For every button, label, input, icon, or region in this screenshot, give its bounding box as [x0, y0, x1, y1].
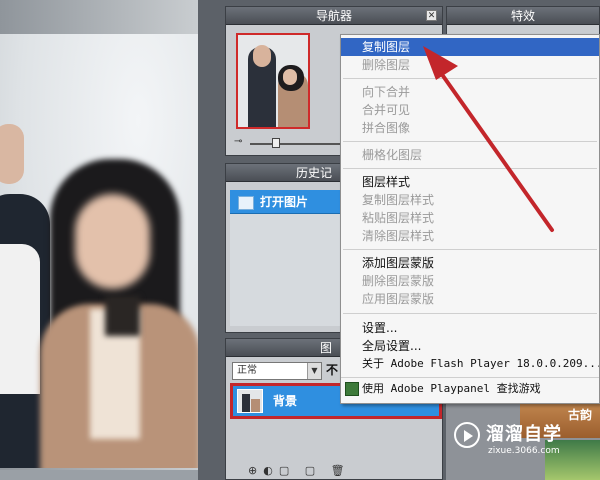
menu-item-merge-visible[interactable]: 合并可见	[341, 101, 599, 119]
menu-item-apply-layer-mask[interactable]: 应用图层蒙版	[341, 290, 599, 308]
playpanel-icon	[345, 382, 359, 396]
menu-item-paste-layer-style[interactable]: 粘贴图层样式	[341, 209, 599, 227]
menu-item-playpanel-label: 使用 Adobe Playpanel 查找游戏	[362, 382, 541, 395]
menu-item-settings[interactable]: 设置...	[341, 319, 599, 337]
menu-item-layer-style[interactable]: 图层样式	[341, 173, 599, 191]
menu-item-rasterize-layer[interactable]: 栅格化图层	[341, 146, 599, 164]
image-canvas[interactable]	[0, 0, 198, 470]
document-icon	[238, 195, 254, 210]
menu-separator	[343, 313, 597, 314]
layer-tools[interactable]: ⊕◐▢ ▢ 🗑	[248, 464, 351, 477]
close-icon[interactable]: ✕	[426, 10, 437, 21]
context-menu: 复制图层 删除图层 向下合并 合并可见 拼合图像 栅格化图层 图层样式 复制图层…	[340, 34, 600, 404]
menu-item-playpanel[interactable]: 使用 Adobe Playpanel 查找游戏	[341, 377, 599, 399]
menu-item-about-flash[interactable]: 关于 Adobe Flash Player 18.0.0.209...	[341, 355, 599, 373]
zoom-slider-knob[interactable]	[272, 138, 280, 148]
chevron-down-icon[interactable]: ▼	[307, 363, 321, 379]
menu-item-global-settings[interactable]: 全局设置...	[341, 337, 599, 355]
menu-item-duplicate-layer[interactable]: 复制图层	[341, 38, 599, 56]
menu-item-copy-layer-style[interactable]: 复制图层样式	[341, 191, 599, 209]
effects-title: 特效	[447, 7, 599, 25]
menu-separator	[343, 168, 597, 169]
menu-item-add-layer-mask[interactable]: 添加图层蒙版	[341, 254, 599, 272]
photo	[0, 34, 198, 468]
menu-item-delete-layer[interactable]: 删除图层	[341, 56, 599, 74]
play-logo-icon	[454, 422, 480, 448]
watermark-title: 溜溜自学	[486, 424, 562, 445]
blend-mode-select[interactable]: 正常 ▼	[232, 362, 322, 380]
watermark: 溜溜自学 zixue.3066.com	[452, 414, 570, 466]
thumbnail-label: 古韵	[567, 408, 592, 422]
menu-item-clear-layer-style[interactable]: 清除图层样式	[341, 227, 599, 245]
opacity-label: 不	[326, 363, 339, 377]
watermark-url: zixue.3066.com	[488, 446, 560, 456]
layer-thumbnail	[237, 389, 263, 413]
zoom-out-icon[interactable]: ⊸	[234, 136, 242, 147]
history-item-label: 打开图片	[260, 195, 309, 209]
menu-item-flatten-image[interactable]: 拼合图像	[341, 119, 599, 137]
blend-mode-value: 正常	[237, 365, 257, 376]
menu-separator	[343, 78, 597, 79]
menu-separator	[343, 249, 597, 250]
menu-item-merge-down[interactable]: 向下合并	[341, 83, 599, 101]
menu-item-delete-layer-mask[interactable]: 删除图层蒙版	[341, 272, 599, 290]
navigator-thumbnail[interactable]	[236, 33, 310, 129]
layer-name: 背景	[273, 394, 298, 408]
menu-separator	[343, 141, 597, 142]
navigator-title: 导航器	[226, 7, 442, 25]
zoom-slider[interactable]: ⊸	[234, 136, 344, 149]
